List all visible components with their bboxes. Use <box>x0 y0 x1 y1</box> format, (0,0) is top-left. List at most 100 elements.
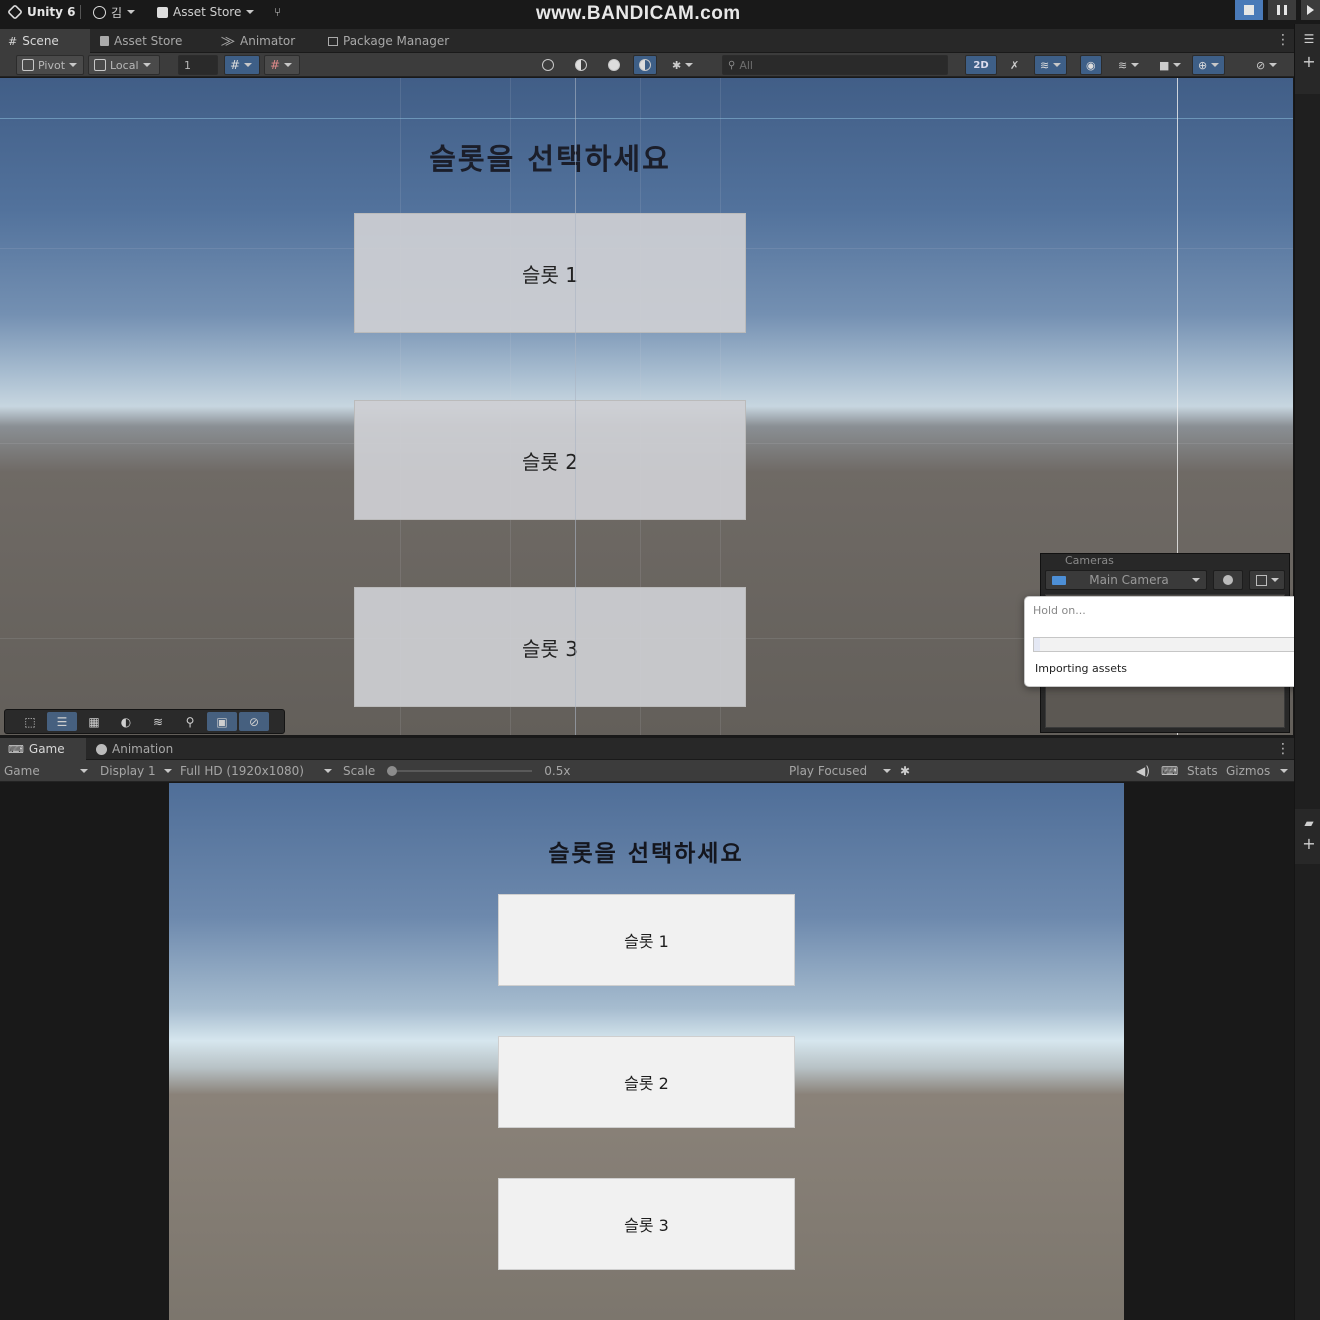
grid-size-field[interactable]: 1 <box>178 55 218 75</box>
game-view[interactable]: 슬롯을 선택하세요 슬롯 1 슬롯 2 슬롯 3 <box>169 783 1124 1320</box>
chevron-down-icon <box>324 769 332 773</box>
scene-toolbar: Pivot Local 1 # # ✱ ⚲ All 2D ✗ ≋ ◉ ≋ ■ ⊕… <box>0 53 1294 77</box>
chevron-down-icon <box>284 63 293 67</box>
scene-slot-2-button[interactable]: 슬롯 2 <box>354 400 746 520</box>
stop-icon <box>1244 5 1254 15</box>
view-select[interactable]: Game <box>4 760 88 782</box>
layers-icon: ≋ <box>1040 58 1050 72</box>
tab-animation[interactable]: Animation <box>88 738 181 760</box>
scale-slider[interactable] <box>387 766 533 776</box>
asset-store-dropdown[interactable]: Asset Store <box>157 0 255 24</box>
step-button[interactable] <box>1301 0 1320 20</box>
speaker-icon: ◀) <box>1136 764 1150 778</box>
gizmos-select[interactable]: Gizmos <box>1226 760 1288 782</box>
resolution-select[interactable]: Full HD (1920x1080) <box>180 760 332 782</box>
tab-label: Asset Store <box>114 34 183 48</box>
transform-tool-button[interactable]: ☰ <box>47 712 77 731</box>
camera-select[interactable]: Main Camera <box>1045 570 1207 590</box>
rect-tool-button[interactable]: ⬚ <box>15 712 45 731</box>
gizmos-dropdown[interactable]: ⊕ <box>1192 55 1226 75</box>
stop-button[interactable] <box>1235 0 1263 20</box>
asset-store-label: Asset Store <box>173 5 242 19</box>
game-slot-3-button[interactable]: 슬롯 3 <box>498 1178 795 1270</box>
mute-audio-button[interactable]: ◀) <box>1136 760 1150 782</box>
zoom-tool-button[interactable]: ⚲ <box>175 712 205 731</box>
pivot-dropdown[interactable]: Pivot <box>16 55 84 75</box>
chevron-down-icon <box>246 10 255 14</box>
pause-icon <box>1277 5 1287 15</box>
chevron-down-icon <box>1053 63 1062 67</box>
scene-slot-1-button[interactable]: 슬롯 1 <box>354 213 746 333</box>
display-select[interactable]: Display 1 <box>100 760 172 782</box>
pause-button[interactable] <box>1268 0 1296 20</box>
grid-size-value: 1 <box>184 58 191 72</box>
stats-button[interactable]: Stats <box>1187 760 1218 782</box>
chevron-down-icon <box>1269 63 1278 67</box>
camera-dropdown[interactable]: ■ <box>1153 55 1187 75</box>
add-icon[interactable]: + <box>1297 834 1320 853</box>
add-icon[interactable]: + <box>1297 52 1320 71</box>
layers-tool-button[interactable]: ≋ <box>143 712 173 731</box>
version-control-button[interactable]: ⑂ <box>274 0 281 24</box>
chevron-down-icon <box>244 63 253 67</box>
camera-icon: ▣ <box>216 714 228 729</box>
resolution-label: Full HD (1920x1080) <box>180 764 304 778</box>
toggle-2d-button[interactable]: 2D <box>965 55 997 75</box>
scene-search-input[interactable]: ⚲ All <box>722 55 948 75</box>
bug-icon: ✱ <box>672 58 682 72</box>
scale-control: Scale 0.5x <box>343 760 570 782</box>
chevron-down-icon <box>1173 63 1182 67</box>
game-slot-1-button[interactable]: 슬롯 1 <box>498 894 795 986</box>
account-dropdown[interactable]: 김 <box>93 0 136 24</box>
tab-scene[interactable]: # Scene <box>0 29 90 53</box>
chevron-down-icon <box>142 63 151 67</box>
frame-debugger-button[interactable]: ✱ <box>900 760 910 782</box>
tab-asset-store[interactable]: Asset Store <box>92 29 190 53</box>
orientation-tool-button[interactable]: ⊘ <box>239 712 269 731</box>
increment-snap-toggle[interactable]: # <box>264 55 300 75</box>
tab-animator[interactable]: ⨠ Animator <box>213 29 303 53</box>
scene-slot-3-button[interactable]: 슬롯 3 <box>354 587 746 707</box>
scale-slider-knob[interactable] <box>387 766 398 776</box>
visibility-toggle[interactable]: ◉ <box>1080 55 1102 75</box>
grid-tool-button[interactable]: ▦ <box>79 712 109 731</box>
pivot-icon <box>22 59 34 71</box>
wireframe-mode-button[interactable] <box>536 55 560 75</box>
package-icon <box>328 36 338 46</box>
divider <box>80 5 81 19</box>
grid-snap-toggle[interactable]: # <box>224 55 260 75</box>
unity-menu[interactable]: Unity 6 <box>7 0 76 24</box>
orientation-dropdown[interactable]: ⊘ <box>1250 55 1283 75</box>
play-mode-select[interactable]: Play Focused <box>789 760 891 782</box>
project-panel <box>1295 864 1320 1320</box>
folder-icon[interactable]: ▰ <box>1297 816 1320 830</box>
lighting-toggle[interactable]: ✗ <box>1004 55 1025 75</box>
camera-info-button[interactable] <box>1213 570 1243 590</box>
shaded-mode-button[interactable] <box>602 55 626 75</box>
local-dropdown[interactable]: Local <box>88 55 160 75</box>
right-panel-edge: ☰ + ▰ + <box>1294 24 1320 1320</box>
more-options-icon[interactable]: ⋮ <box>1276 742 1290 756</box>
debug-draw-dropdown[interactable]: ✱ <box>666 55 699 75</box>
audio-toggle[interactable]: ≋ <box>1034 55 1068 75</box>
chevron-down-icon <box>127 10 136 14</box>
chevron-down-icon <box>80 769 88 773</box>
shading-tool-button[interactable]: ◐ <box>111 712 141 731</box>
tab-package-manager[interactable]: Package Manager <box>320 29 457 53</box>
keyboard-shortcuts-button[interactable]: ⌨ <box>1161 760 1178 782</box>
compass-icon: ⊘ <box>1256 58 1266 72</box>
list-icon[interactable]: ☰ <box>1297 32 1320 46</box>
tab-game[interactable]: ⌨ Game <box>0 738 86 760</box>
camera-frame-button[interactable] <box>1249 570 1285 590</box>
shaded-wireframe-button[interactable] <box>569 55 593 75</box>
gizmos-label: Gizmos <box>1226 764 1271 778</box>
effects-dropdown[interactable]: ≋ <box>1112 55 1145 75</box>
game-view-area: 슬롯을 선택하세요 슬롯 1 슬롯 2 슬롯 3 <box>0 783 1294 1320</box>
more-options-icon[interactable]: ⋮ <box>1276 33 1290 47</box>
scene-tab-bar: # Scene Asset Store ⨠ Animator Package M… <box>0 29 1294 53</box>
camera-tool-button[interactable]: ▣ <box>207 712 237 731</box>
game-slot-2-button[interactable]: 슬롯 2 <box>498 1036 795 1128</box>
lit-mode-button[interactable] <box>633 55 657 75</box>
grid-snap-icon: # <box>230 58 241 72</box>
top-bar: Unity 6 김 Asset Store ⑂ www.BANDICAM.com <box>0 0 1320 24</box>
